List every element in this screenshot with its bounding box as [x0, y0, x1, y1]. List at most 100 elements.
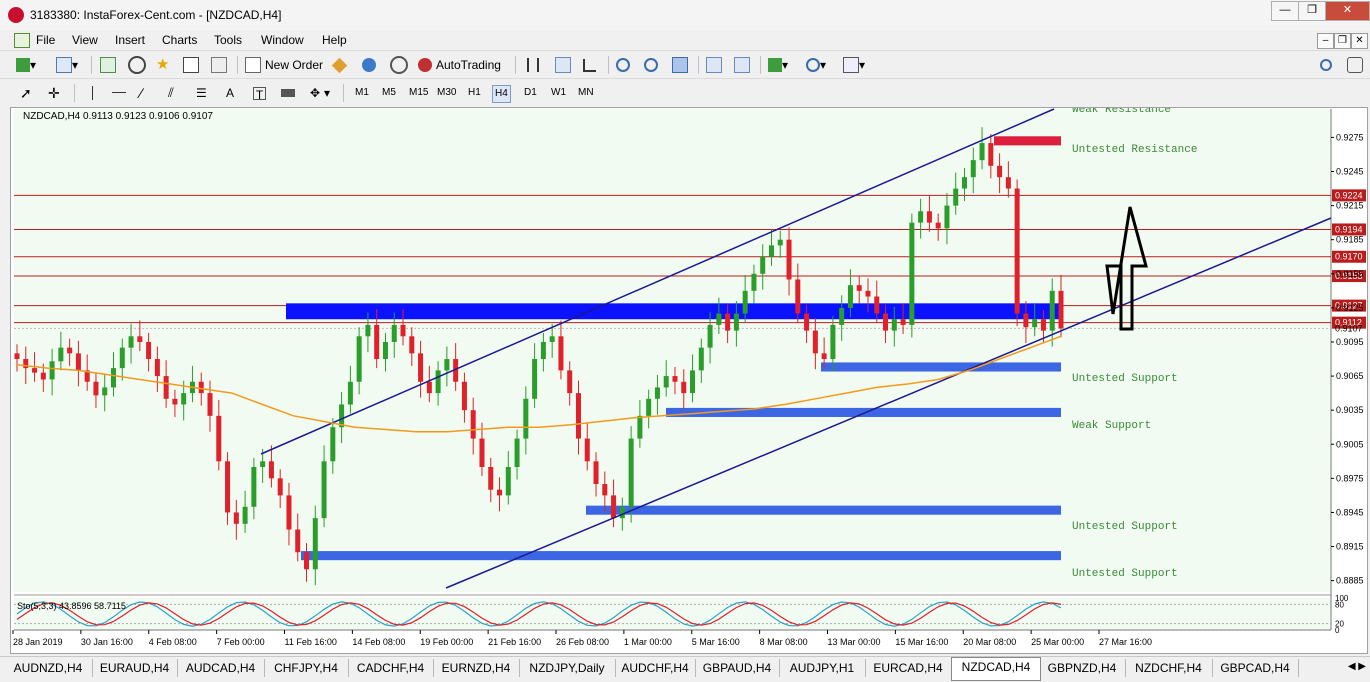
- mdi-restore-button[interactable]: ❐: [1334, 33, 1351, 49]
- line-chart-button[interactable]: [583, 56, 596, 74]
- price-chart[interactable]: 0.92240.91940.91700.91530.91270.91120.91…: [11, 108, 1367, 653]
- profiles-icon: [56, 57, 72, 73]
- symbol-tab[interactable]: AUDNZD,H4: [4, 659, 93, 677]
- close-button[interactable]: ✕: [1325, 1, 1370, 21]
- maximize-button[interactable]: ❐: [1298, 1, 1326, 21]
- horizontal-line-tool[interactable]: [112, 84, 126, 102]
- new-chart-button[interactable]: ▾: [16, 56, 36, 74]
- data-window-button[interactable]: [128, 56, 146, 74]
- menu-tools[interactable]: Tools: [214, 33, 242, 47]
- symbol-tab[interactable]: NZDCHF,H4: [1125, 659, 1213, 677]
- market-watch-button[interactable]: [100, 56, 116, 74]
- symbol-tab[interactable]: AUDCAD,H4: [177, 659, 265, 677]
- periods-button[interactable]: ▾: [806, 56, 826, 74]
- chart-window[interactable]: 0.9224 0.9194 0.9170 0.9153 0.9127 0.9112 0.91…: [10, 107, 1368, 654]
- template-icon: [843, 57, 859, 73]
- symbol-tab[interactable]: GBPNZD,H4: [1039, 659, 1126, 677]
- signals-button[interactable]: [390, 56, 408, 74]
- crosshair-icon: ✛: [48, 85, 60, 101]
- candle-body: [400, 324, 406, 337]
- text-label-tool[interactable]: T: [253, 84, 266, 102]
- y-tick-label: 0.9035: [1336, 405, 1364, 415]
- y-tick-label: 0.8915: [1336, 542, 1364, 552]
- menu-help[interactable]: Help: [322, 33, 347, 47]
- candle-body: [567, 370, 573, 394]
- symbol-tab[interactable]: AUDJPY,H1: [779, 659, 866, 677]
- search-button[interactable]: [1320, 56, 1332, 74]
- minimize-button[interactable]: —: [1271, 1, 1299, 21]
- metaeditor-button[interactable]: [331, 56, 348, 74]
- x-tick-label: 21 Feb 16:00: [488, 637, 541, 647]
- symbol-tab[interactable]: NZDCAD,H4: [951, 657, 1041, 681]
- mdi-close-button[interactable]: ✕: [1351, 33, 1368, 49]
- strategy-tester-button[interactable]: [211, 56, 227, 74]
- text-tool[interactable]: A: [226, 84, 240, 102]
- candle-body: [698, 347, 704, 371]
- symbol-tab[interactable]: EURNZD,H4: [433, 659, 520, 677]
- symbol-tab[interactable]: EURCAD,H4: [865, 659, 952, 677]
- chart-shift-button[interactable]: [706, 56, 722, 74]
- vertical-line-tool[interactable]: [86, 84, 107, 102]
- candle-body: [926, 211, 932, 223]
- fibonacci-tool[interactable]: ☰: [196, 84, 210, 102]
- autotrading-button[interactable]: AutoTrading: [418, 56, 501, 74]
- untested-resistance-zone: [994, 136, 1061, 146]
- tf-m30-button[interactable]: M30: [435, 85, 458, 101]
- candle-body: [102, 387, 108, 396]
- tf-m5-button[interactable]: M5: [380, 85, 398, 101]
- menu-charts[interactable]: Charts: [162, 33, 197, 47]
- candlestick-button[interactable]: [555, 56, 571, 74]
- symbol-tab[interactable]: NZDJPY,Daily: [519, 659, 616, 677]
- horizontal-line-icon: [112, 92, 126, 94]
- shapes-tool[interactable]: ✥ ▾: [310, 84, 330, 102]
- profiles-button[interactable]: ▾: [56, 56, 78, 74]
- menu-file[interactable]: File: [36, 33, 55, 47]
- channel-tool[interactable]: ⫽: [168, 84, 182, 102]
- candle-body: [172, 398, 178, 405]
- tf-w1-button[interactable]: W1: [549, 85, 568, 101]
- symbol-tab[interactable]: CADCHF,H4: [348, 659, 434, 677]
- indicators-button[interactable]: ▾: [768, 56, 788, 74]
- tf-d1-button[interactable]: D1: [522, 85, 539, 101]
- tf-mn-button[interactable]: MN: [576, 85, 596, 101]
- symbol-tab[interactable]: EURAUD,H4: [92, 659, 178, 677]
- cursor-tool[interactable]: ➚: [20, 84, 34, 102]
- crosshair-tool[interactable]: ✛: [48, 84, 62, 102]
- templates-button[interactable]: ▾: [843, 56, 865, 74]
- autoscroll-button[interactable]: [734, 56, 750, 74]
- candle-body: [839, 307, 845, 325]
- symbol-tab[interactable]: CHFJPY,H4: [264, 659, 349, 677]
- tab-scroll-buttons[interactable]: ◀ ▶: [1348, 661, 1366, 672]
- community-button[interactable]: [362, 56, 376, 74]
- bar-chart-button[interactable]: [527, 56, 539, 74]
- candle-body: [470, 410, 476, 439]
- tf-h1-button[interactable]: H1: [466, 85, 483, 101]
- menu-window[interactable]: Window: [261, 33, 304, 47]
- tile-windows-button[interactable]: [672, 56, 688, 74]
- candle-body: [804, 313, 810, 331]
- candle-body: [961, 177, 967, 189]
- zoom-out-button[interactable]: [644, 56, 658, 74]
- menu-insert[interactable]: Insert: [115, 33, 145, 47]
- chat-button[interactable]: [1347, 56, 1363, 74]
- menu-view[interactable]: View: [72, 33, 98, 47]
- symbol-tab[interactable]: GBPAUD,H4: [695, 659, 780, 677]
- zoom-out-icon: [644, 58, 658, 72]
- symbol-tab[interactable]: GBPCAD,H4: [1212, 659, 1299, 677]
- x-tick-label: 28 Jan 2019: [13, 637, 63, 647]
- candle-body: [198, 381, 204, 394]
- terminal-button[interactable]: [183, 56, 199, 74]
- zoom-in-button[interactable]: [616, 56, 630, 74]
- symbol-tabs: AUDNZD,H4 EURAUD,H4 AUDCAD,H4 CHFJPY,H4 CADC…: [0, 656, 1370, 682]
- tf-m15-button[interactable]: M15: [407, 85, 430, 101]
- arrows-tool[interactable]: [281, 84, 295, 102]
- mdi-minimize-button[interactable]: –: [1317, 33, 1334, 49]
- navigator-button[interactable]: ★: [156, 56, 170, 74]
- y-tick-label: 0.9185: [1336, 235, 1364, 245]
- trendline-tool[interactable]: ∕: [140, 84, 154, 102]
- tf-h4-button[interactable]: H4: [492, 85, 511, 103]
- candle-body: [181, 393, 187, 405]
- new-order-button[interactable]: New Order: [245, 56, 323, 74]
- tf-m1-button[interactable]: M1: [353, 85, 371, 101]
- symbol-tab[interactable]: AUDCHF,H4: [615, 659, 696, 677]
